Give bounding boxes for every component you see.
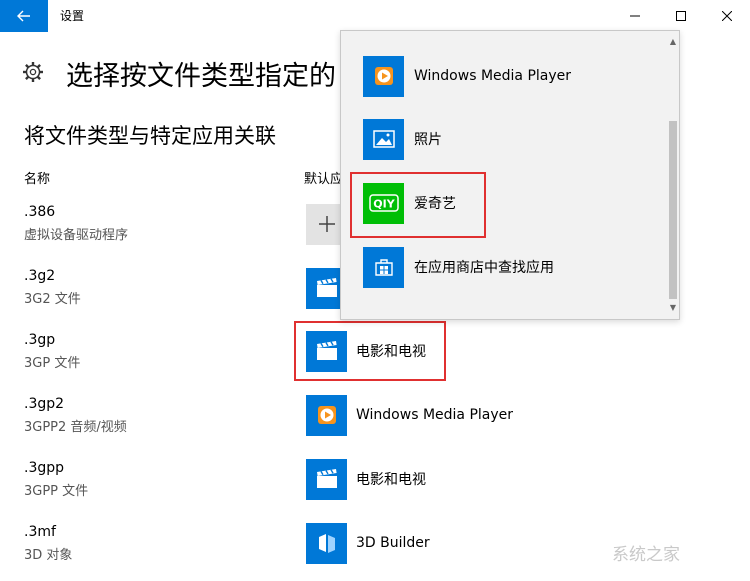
scrollbar-thumb[interactable] [669, 121, 677, 299]
file-extension: .3gp2 [24, 396, 65, 412]
file-extension: .3g2 [24, 268, 56, 284]
maximize-button[interactable] [658, 0, 704, 32]
file-extension: .3gp [24, 332, 56, 348]
movies-tv-icon [306, 458, 347, 500]
back-button[interactable] [0, 0, 48, 32]
default-app-label: 电影和电视 [356, 472, 426, 488]
file-type-description: 3GP 文件 [24, 356, 81, 371]
back-arrow-icon [17, 10, 30, 22]
default-app-button[interactable]: 电影和电视 [306, 458, 426, 500]
close-button[interactable] [704, 0, 750, 32]
watermark: 系统之家 [612, 545, 680, 565]
flyout-item-photos[interactable]: 照片 [363, 118, 442, 160]
media-player-icon [363, 55, 404, 97]
scroll-down-icon[interactable]: ▼ [667, 303, 679, 312]
file-type-row: .3mf 3D 对象 [24, 524, 72, 563]
store-icon [363, 246, 404, 288]
file-type-row: .3gp 3GP 文件 [24, 332, 80, 371]
flyout-scrollbar[interactable]: ▲ ▼ [667, 31, 679, 319]
file-type-row: .386 虚拟设备驱动程序 [24, 204, 128, 243]
close-icon [722, 11, 732, 21]
file-type-description: 3GPP 文件 [24, 484, 89, 499]
flyout-item-label: 照片 [414, 132, 442, 148]
flyout-item-media-player[interactable]: Windows Media Player [363, 55, 571, 97]
flyout-item-label: 在应用商店中查找应用 [414, 260, 554, 276]
default-app-button[interactable]: 3D Builder [306, 522, 430, 564]
flyout-item-store[interactable]: 在应用商店中查找应用 [363, 246, 554, 288]
file-extension: .386 [24, 204, 56, 220]
highlight-box [350, 172, 486, 238]
maximize-icon [676, 11, 686, 21]
minimize-icon [630, 15, 640, 17]
file-type-row: .3gpp 3GPP 文件 [24, 460, 88, 499]
file-type-description: 虚拟设备驱动程序 [24, 228, 129, 243]
window-title: 设置 [60, 9, 85, 23]
gear-icon [23, 62, 43, 82]
file-type-description: 3GPP2 音频/视频 [24, 420, 127, 435]
file-extension: .3gpp [24, 460, 65, 476]
default-app-label: 3D Builder [356, 535, 430, 551]
default-app-button[interactable]: Windows Media Player [306, 394, 513, 436]
file-extension: .3mf [24, 524, 56, 540]
minimize-button[interactable] [612, 0, 658, 32]
flyout-item-label: Windows Media Player [414, 68, 572, 84]
3d-builder-icon [306, 522, 347, 564]
column-header-default-app: 默认应 [304, 172, 344, 187]
highlight-box [294, 321, 446, 381]
title-bar: 设置 [0, 0, 750, 32]
app-chooser-flyout: Windows Media Player 照片 QIY 爱奇艺 在应用商店中查找… [340, 30, 680, 320]
section-title: 将文件类型与特定应用关联 [24, 124, 276, 148]
media-player-icon [306, 394, 347, 436]
default-app-label: Windows Media Player [356, 407, 514, 423]
photos-icon [363, 118, 404, 160]
file-type-description: 3D 对象 [24, 548, 73, 563]
file-type-row: .3g2 3G2 文件 [24, 268, 81, 307]
file-type-description: 3G2 文件 [24, 292, 81, 307]
scroll-up-icon[interactable]: ▲ [667, 37, 679, 46]
file-type-row: .3gp2 3GPP2 音频/视频 [24, 396, 127, 435]
column-header-name: 名称 [24, 172, 51, 187]
page-title: 选择按文件类型指定的 [66, 61, 336, 92]
